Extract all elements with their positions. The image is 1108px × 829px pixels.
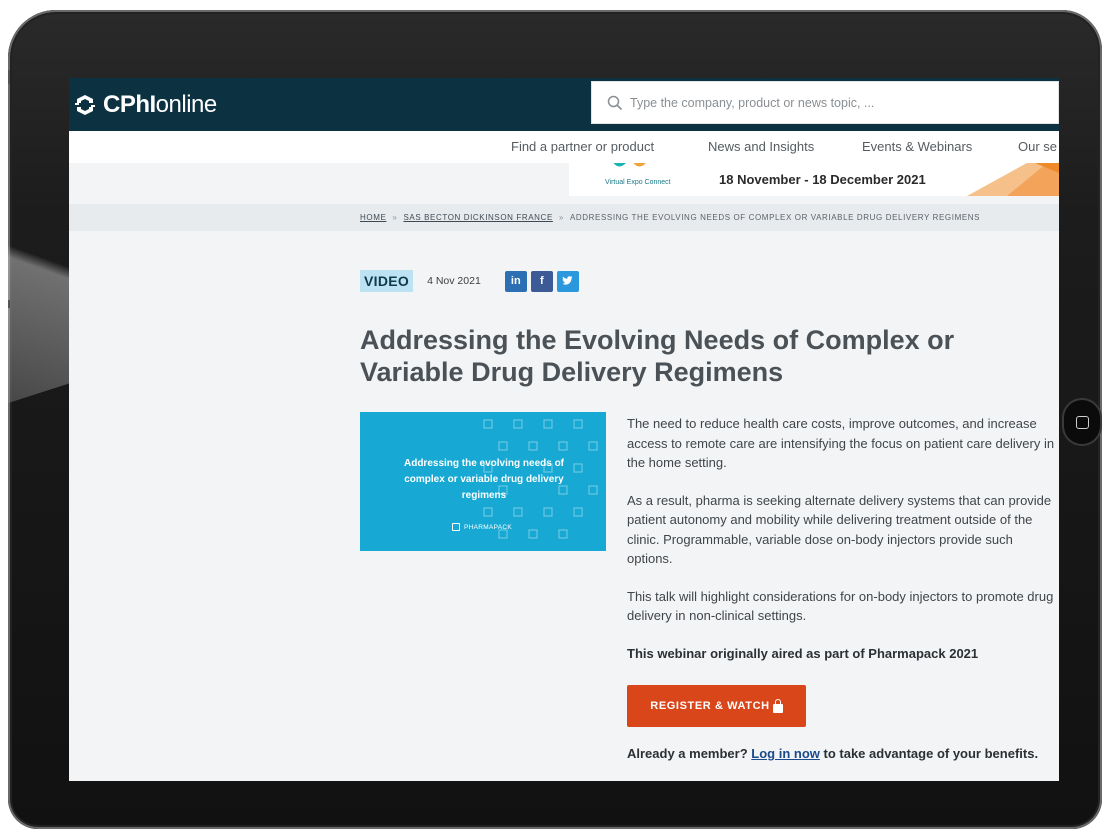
breadcrumb-home[interactable]: HOME bbox=[360, 213, 386, 222]
breadcrumb-separator: » bbox=[558, 213, 564, 222]
article-title: Addressing the Evolving Needs of Complex… bbox=[360, 325, 955, 387]
breadcrumb: HOME » SAS BECTON DICKINSON FRANCE » ADD… bbox=[69, 204, 1059, 231]
banner-decoration bbox=[967, 163, 1059, 196]
share-buttons: in f bbox=[504, 270, 583, 292]
event-banner[interactable]: Virtual Expo Connect 18 November - 18 De… bbox=[569, 163, 1059, 196]
article-paragraph: The need to reduce health care costs, im… bbox=[627, 416, 1055, 470]
nav-item-news[interactable]: News and Insights bbox=[708, 139, 814, 154]
article-meta: VIDEO 4 Nov 2021 in f bbox=[360, 269, 583, 293]
pharmapack-logo-icon bbox=[452, 523, 460, 531]
publish-date: 4 Nov 2021 bbox=[427, 275, 481, 287]
video-thumbnail[interactable]: Addressing the evolving needs of complex… bbox=[360, 412, 606, 551]
linkedin-share-button[interactable]: in bbox=[504, 270, 527, 292]
nav-item-find-partner[interactable]: Find a partner or product bbox=[511, 139, 654, 154]
lock-icon bbox=[772, 698, 783, 713]
search-icon bbox=[607, 95, 623, 110]
breadcrumb-current: ADDRESSING THE EVOLVING NEEDS OF COMPLEX… bbox=[569, 213, 981, 222]
banner-dates: 18 November - 18 December 2021 bbox=[719, 172, 926, 187]
home-square-icon bbox=[1075, 415, 1089, 429]
twitter-share-button[interactable] bbox=[556, 270, 579, 292]
member-login-prompt: Already a member? Log in now to take adv… bbox=[627, 746, 1038, 761]
thumbnail-title: Addressing the evolving needs of complex… bbox=[403, 458, 565, 501]
main-nav: Find a partner or product News and Insig… bbox=[69, 131, 1059, 163]
expo-logo-icon bbox=[613, 163, 646, 167]
nav-item-our-services[interactable]: Our se bbox=[1018, 139, 1057, 154]
home-button[interactable] bbox=[1062, 398, 1102, 446]
cphi-logo-icon bbox=[75, 95, 95, 115]
register-watch-button[interactable]: REGISTER & WATCH bbox=[627, 685, 806, 727]
site-header: CPhIonline Type the company, product or … bbox=[69, 78, 1059, 131]
nav-item-events[interactable]: Events & Webinars bbox=[862, 139, 972, 154]
aired-note: This webinar originally aired as part of… bbox=[627, 645, 979, 661]
member-suffix: to take advantage of your benefits. bbox=[823, 746, 1039, 761]
browser-screen: CPhIonline Type the company, product or … bbox=[69, 78, 1059, 781]
twitter-icon bbox=[562, 276, 573, 285]
article-paragraph: As a result, pharma is seeking alternate… bbox=[627, 492, 1052, 567]
breadcrumb-separator: » bbox=[392, 213, 398, 222]
logo-brand-light: online bbox=[155, 91, 218, 118]
content-type-badge: VIDEO bbox=[360, 270, 414, 292]
banner-sub-label: Virtual Expo Connect bbox=[605, 179, 671, 186]
site-logo[interactable]: CPhIonline bbox=[71, 88, 217, 122]
member-prefix: Already a member? bbox=[627, 746, 748, 761]
side-mark bbox=[8, 300, 10, 308]
facebook-share-button[interactable]: f bbox=[530, 270, 553, 292]
facebook-icon: f bbox=[539, 275, 544, 287]
logo-brand-bold: CPhI bbox=[103, 91, 156, 118]
breadcrumb-company[interactable]: SAS BECTON DICKINSON FRANCE bbox=[403, 213, 552, 222]
article-body: The need to reduce health care costs, im… bbox=[627, 414, 1057, 681]
search-input[interactable]: Type the company, product or news topic,… bbox=[591, 81, 1059, 124]
register-label: REGISTER & WATCH bbox=[650, 700, 770, 712]
thumbnail-brand-label: PHARMAPACK bbox=[464, 523, 513, 531]
linkedin-icon: in bbox=[510, 275, 521, 287]
login-link[interactable]: Log in now bbox=[751, 746, 820, 761]
search-placeholder: Type the company, product or news topic,… bbox=[630, 95, 875, 110]
article-paragraph: This talk will highlight considerations … bbox=[627, 588, 1054, 624]
side-mark bbox=[8, 70, 10, 84]
thumbnail-brand: PHARMAPACK bbox=[452, 523, 512, 531]
